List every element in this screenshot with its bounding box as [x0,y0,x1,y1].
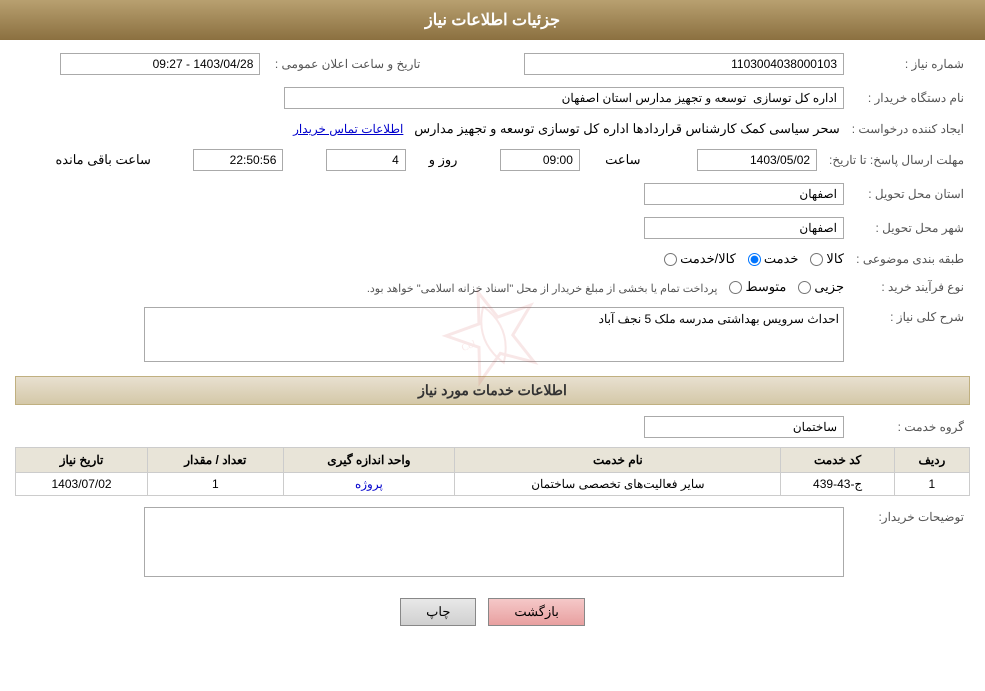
service-group-input [644,416,844,438]
info-table-row1: شماره نیاز : تاریخ و ساعت اعلان عمومی : [15,50,970,78]
buyer-notes-label: توضیحات خریدار: [850,504,970,583]
general-desc-label: شرح کلی نیاز : [850,304,970,368]
city-input [644,217,844,239]
request-number-input [524,53,844,75]
contact-link[interactable]: اطلاعات تماس خریدار [293,122,403,136]
deadline-remaining-label: ساعت باقی مانده [55,152,150,167]
info-table-category: طبقه بندی موضوعی : کالا خدمت کالا/خدمت [15,248,970,270]
buyer-notes-textarea[interactable] [144,507,844,577]
cell-unit: پروژه [283,473,455,496]
page-header: جزئیات اطلاعات نیاز [0,0,985,40]
deadline-days-cell [287,146,411,174]
cell-date: 1403/07/02 [16,473,148,496]
info-table-province: استان محل تحویل : [15,180,970,208]
creator-label: ایجاد کننده درخواست : [846,118,970,140]
header-title: جزئیات اطلاعات نیاز [425,12,560,29]
category-kala-khedmat-label: کالا/خدمت [680,251,736,267]
deadline-date-input [697,149,817,171]
purchase-radio-group: جزیی متوسط پرداخت تمام یا بخشی از مبلغ خ… [21,279,844,295]
deadline-label: مهلت ارسال پاسخ: تا تاریخ: [823,146,970,174]
deadline-days-input [326,149,406,171]
purchase-type-label: نوع فرآیند خرید : [850,276,970,298]
buyer-org-label: نام دستگاه خریدار : [850,84,970,112]
purchase-option-jozi[interactable]: جزیی [798,279,844,295]
info-table-service-group: گروه خدمت : [15,413,970,441]
info-table-city: شهر محل تحویل : [15,214,970,242]
col-header-unit: واحد اندازه گیری [283,448,455,473]
general-desc-cell: احداث سرویس بهداشتی مدرسه ملک 5 نجف آباد… [15,304,850,368]
category-radio-group: کالا خدمت کالا/خدمت [21,251,844,267]
purchase-note: پرداخت تمام یا بخشی از مبلغ خریدار از مح… [367,282,718,295]
col-header-qty: تعداد / مقدار [148,448,283,473]
cell-name: سایر فعالیت‌های تخصصی ساختمان [455,473,781,496]
category-khedmat-radio[interactable] [748,253,761,266]
deadline-days-label: روز و [429,152,458,167]
announce-date-input [60,53,260,75]
buyer-org-cell [15,84,850,112]
purchase-motavasset-radio[interactable] [729,281,742,294]
request-number-label: شماره نیاز : [850,50,970,78]
category-kala-label: کالا [826,251,844,267]
announce-date-label: تاریخ و ساعت اعلان عمومی : [266,50,426,78]
deadline-date-cell [645,146,824,174]
col-header-row: ردیف [894,448,969,473]
purchase-option-motavasset[interactable]: متوسط [729,279,786,295]
purchase-jozi-radio[interactable] [798,281,811,294]
category-kala-khedmat-radio[interactable] [664,253,677,266]
cell-row: 1 [894,473,969,496]
deadline-time-input [500,149,580,171]
category-option-kala[interactable]: کالا [810,251,844,267]
creator-cell: سحر سیاسی کمک کارشناس قراردادها اداره کل… [15,118,846,140]
city-label: شهر محل تحویل : [850,214,970,242]
info-table-row3: ایجاد کننده درخواست : سحر سیاسی کمک کارش… [15,118,970,140]
col-header-code: کد خدمت [781,448,894,473]
service-group-label: گروه خدمت : [850,413,970,441]
category-label: طبقه بندی موضوعی : [850,248,970,270]
province-cell [15,180,850,208]
services-section-title: اطلاعات خدمات مورد نیاز [15,376,970,405]
request-number-cell [456,50,850,78]
deadline-time-cell [461,146,585,174]
info-table-notes: توضیحات خریدار: [15,504,970,583]
service-group-cell [15,413,850,441]
province-label: استان محل تحویل : [850,180,970,208]
col-header-date: تاریخ نیاز [16,448,148,473]
cell-qty: 1 [148,473,283,496]
table-row: 1 ج-43-439 سایر فعالیت‌های تخصصی ساختمان… [16,473,970,496]
services-table: ردیف کد خدمت نام خدمت واحد اندازه گیری ت… [15,447,970,496]
purchase-type-cell: جزیی متوسط پرداخت تمام یا بخشی از مبلغ خ… [15,276,850,298]
purchase-motavasset-label: متوسط [745,279,786,295]
category-option-khedmat[interactable]: خدمت [748,251,799,267]
purchase-jozi-label: جزیی [814,279,844,295]
info-table-row2: نام دستگاه خریدار : [15,84,970,112]
info-table-deadline: مهلت ارسال پاسخ: تا تاریخ: ساعت روز و [15,146,970,174]
page-wrapper: جزئیات اطلاعات نیاز شماره نیاز : تاریخ و… [0,0,985,691]
general-desc-textarea[interactable]: احداث سرویس بهداشتی مدرسه ملک 5 نجف آباد [144,307,844,362]
creator-value: سحر سیاسی کمک کارشناس قراردادها اداره کل… [414,121,840,136]
col-header-name: نام خدمت [455,448,781,473]
category-kala-radio[interactable] [810,253,823,266]
category-khedmat-label: خدمت [764,251,799,267]
main-content: شماره نیاز : تاریخ و ساعت اعلان عمومی : … [0,40,985,651]
category-cell: کالا خدمت کالا/خدمت [15,248,850,270]
buyer-notes-cell [15,504,850,583]
category-option-kala-khedmat[interactable]: کالا/خدمت [664,251,736,267]
info-table-purchase: نوع فرآیند خرید : جزیی متوسط پرداخت تمام… [15,276,970,298]
buyer-org-input [284,87,844,109]
province-input [644,183,844,205]
deadline-time-label: ساعت [605,152,640,167]
announce-date-cell [15,50,266,78]
info-table-desc: شرح کلی نیاز : احداث سرویس بهداشتی مدرسه… [15,304,970,368]
city-cell [15,214,850,242]
button-bar: بازگشت چاپ [15,598,970,626]
print-button[interactable]: چاپ [400,598,476,626]
cell-code: ج-43-439 [781,473,894,496]
deadline-remaining-input [193,149,283,171]
back-button[interactable]: بازگشت [488,598,584,626]
